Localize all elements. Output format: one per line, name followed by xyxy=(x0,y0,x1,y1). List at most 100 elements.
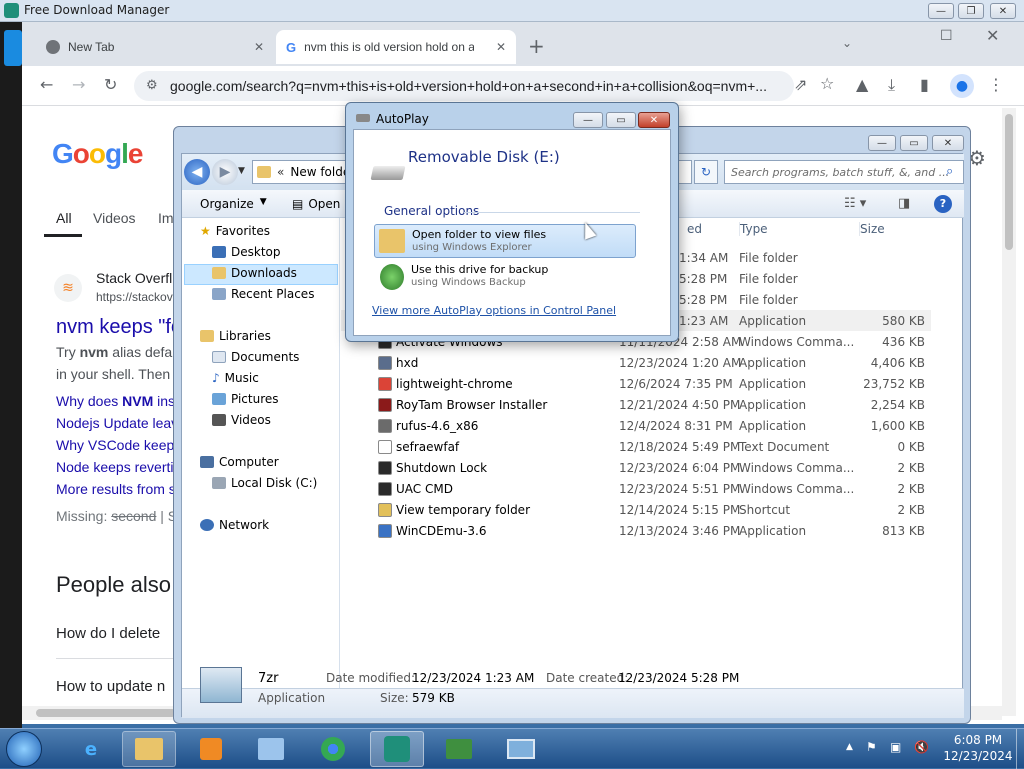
search-input[interactable]: Search programs, batch stuff, &, and ... xyxy=(724,160,964,184)
chrome-taskbar-icon[interactable] xyxy=(306,731,360,767)
close-tab-icon[interactable]: ✕ xyxy=(254,40,264,54)
nav-favorites[interactable]: ★ Favorites xyxy=(200,224,270,238)
close-icon[interactable]: ✕ xyxy=(932,135,964,151)
control-panel-link[interactable]: View more AutoPlay options in Control Pa… xyxy=(372,304,616,317)
nav-videos[interactable]: Videos xyxy=(212,413,271,427)
open-button[interactable]: ▤ Open xyxy=(292,197,340,211)
nav-network[interactable]: Network xyxy=(200,518,269,532)
chrome-close-icon[interactable]: ✕ xyxy=(986,26,999,45)
preview-pane-icon[interactable]: ◨ xyxy=(898,196,910,211)
start-button[interactable] xyxy=(6,731,42,767)
back-icon[interactable]: ← xyxy=(40,75,53,94)
file-row[interactable]: View temporary folder 12/14/2024 5:15 PM S… xyxy=(341,499,931,520)
maximize-icon[interactable]: ▭ xyxy=(606,112,636,128)
nav-computer[interactable]: Computer xyxy=(200,455,279,469)
nav-music[interactable]: ♪ Music xyxy=(212,371,259,385)
backup-option[interactable]: Use this drive for backup using Windows … xyxy=(374,260,636,294)
file-row[interactable]: Shutdown Lock 12/23/2024 6:04 PM Windows C… xyxy=(341,457,931,478)
question-item[interactable]: How do I delete xyxy=(56,625,160,642)
side-panel-icon[interactable]: ▮ xyxy=(920,75,929,94)
file-row[interactable]: sefraewfaf 12/18/2024 5:49 PM Text Documen… xyxy=(341,436,931,457)
column-header-size[interactable]: Size xyxy=(859,222,885,236)
file-row[interactable]: rufus-4.6_x86 12/4/2024 8:31 PM Applicatio… xyxy=(341,415,931,436)
site-info-icon[interactable]: ⚙ xyxy=(146,77,158,93)
refresh-icon[interactable]: ↻ xyxy=(694,160,718,184)
reload-icon[interactable]: ↻ xyxy=(104,75,117,94)
minimize-icon[interactable]: — xyxy=(868,135,896,151)
media-player-icon[interactable] xyxy=(184,731,238,767)
nav-libraries[interactable]: Libraries xyxy=(200,329,271,343)
organize-button[interactable]: Organize ▼ xyxy=(200,197,267,211)
search-tab-videos[interactable]: Videos xyxy=(93,210,136,226)
file-row[interactable]: hxd 12/23/2024 1:20 AM Application 4,406 KB xyxy=(341,352,931,373)
minimize-icon[interactable]: — xyxy=(928,3,954,19)
breadcrumb-segment[interactable]: New folde xyxy=(290,165,350,179)
google-logo[interactable]: Google xyxy=(52,138,143,170)
menu-icon[interactable]: ⋮ xyxy=(988,75,1004,94)
help-icon[interactable]: ? xyxy=(934,195,952,213)
tab-google-search[interactable]: G nvm this is old version hold on a ✕ xyxy=(276,30,516,64)
bookmark-star-icon[interactable]: ☆ xyxy=(820,74,834,93)
change-view-icon[interactable]: ☷ ▾ xyxy=(844,196,866,211)
new-tab-icon[interactable]: + xyxy=(528,34,545,58)
file-row[interactable]: lightweight-chrome 12/6/2024 7:35 PM Appli… xyxy=(341,373,931,394)
extension-icon[interactable]: ▲ xyxy=(856,75,868,94)
profile-avatar[interactable]: ● xyxy=(950,74,974,98)
page-scrollbar[interactable] xyxy=(1002,108,1016,716)
clock-time[interactable]: 6:08 PM xyxy=(938,733,1018,747)
back-icon[interactable]: ◀ xyxy=(184,159,210,185)
network-tray-icon[interactable]: ▣ xyxy=(890,740,901,754)
control-panel-taskbar-icon[interactable] xyxy=(244,731,298,767)
tab-new-tab[interactable]: New Tab ✕ xyxy=(36,30,274,64)
action-center-flag-icon[interactable]: ⚑ xyxy=(866,740,877,754)
search-tab-all[interactable]: All xyxy=(56,210,72,226)
download-icon[interactable]: ⤓ xyxy=(888,75,895,95)
file-row[interactable]: UAC CMD 12/23/2024 5:51 PM Windows Comma..… xyxy=(341,478,931,499)
clock-date[interactable]: 12/23/2024 xyxy=(938,749,1018,763)
related-link[interactable]: Why does NVM ins xyxy=(56,393,175,409)
forward-icon[interactable]: → xyxy=(72,75,85,94)
file-row[interactable]: RoyTam Browser Installer 12/21/2024 4:50 … xyxy=(341,394,931,415)
tab-search-icon[interactable]: ⌄ xyxy=(842,36,852,50)
open-folder-option[interactable]: Open folder to view files using Windows … xyxy=(374,224,636,258)
nav-pictures[interactable]: Pictures xyxy=(212,392,279,406)
related-link[interactable]: Node keeps revertin xyxy=(56,459,181,475)
volume-muted-icon[interactable]: 🔇 xyxy=(914,740,929,754)
nav-desktop[interactable]: Desktop xyxy=(212,245,281,259)
fdm-add-button[interactable] xyxy=(4,30,22,66)
internet-explorer-icon[interactable]: e xyxy=(64,731,118,767)
result-title-link[interactable]: nvm keeps "fo xyxy=(56,316,182,339)
column-header-date[interactable]: ed xyxy=(687,222,702,236)
close-tab-icon[interactable]: ✕ xyxy=(496,40,506,54)
show-hidden-icons-icon[interactable]: ▲ xyxy=(846,742,853,752)
display-taskbar-icon[interactable] xyxy=(494,731,548,767)
fdm-taskbar-icon[interactable] xyxy=(370,731,424,767)
explorer-taskbar-icon[interactable] xyxy=(122,731,176,767)
remote-desktop-taskbar-icon[interactable] xyxy=(432,731,486,767)
scrollbar-thumb[interactable] xyxy=(1005,114,1013,250)
minimize-icon[interactable]: — xyxy=(573,112,603,128)
close-icon[interactable]: ✕ xyxy=(990,3,1016,19)
maximize-icon[interactable]: ▭ xyxy=(900,135,928,151)
breadcrumb-overflow-icon[interactable]: « xyxy=(277,165,284,179)
share-icon[interactable]: ⇗ xyxy=(794,75,807,94)
nav-local-disk[interactable]: Local Disk (C:) xyxy=(212,476,317,490)
recent-pages-icon[interactable]: ▼ xyxy=(238,166,245,176)
address-bar[interactable]: ⚙ google.com/search?q=nvm+this+is+old+ve… xyxy=(134,71,794,101)
search-tab-images[interactable]: Im xyxy=(158,210,174,226)
nav-downloads[interactable]: Downloads xyxy=(212,266,297,280)
nav-recent-places[interactable]: Recent Places xyxy=(212,287,314,301)
related-link[interactable]: Nodejs Update leav xyxy=(56,415,178,431)
chrome-restore-icon[interactable]: ☐ xyxy=(940,28,953,44)
search-icon[interactable]: ⌕ xyxy=(946,164,953,179)
restore-icon[interactable]: ❐ xyxy=(958,3,984,19)
close-icon[interactable]: ✕ xyxy=(638,112,670,128)
scrollbar-thumb[interactable] xyxy=(36,709,176,717)
more-results-link[interactable]: More results from s xyxy=(56,481,176,497)
question-item[interactable]: How to update n xyxy=(56,678,165,695)
related-link[interactable]: Why VSCode keeps xyxy=(56,437,181,453)
column-header-type[interactable]: Type xyxy=(739,222,859,236)
file-row[interactable]: WinCDEmu-3.6 12/13/2024 3:46 PM Applicatio… xyxy=(341,520,931,541)
show-desktop-button[interactable] xyxy=(1016,729,1024,769)
forward-icon[interactable]: ▶ xyxy=(212,159,238,185)
